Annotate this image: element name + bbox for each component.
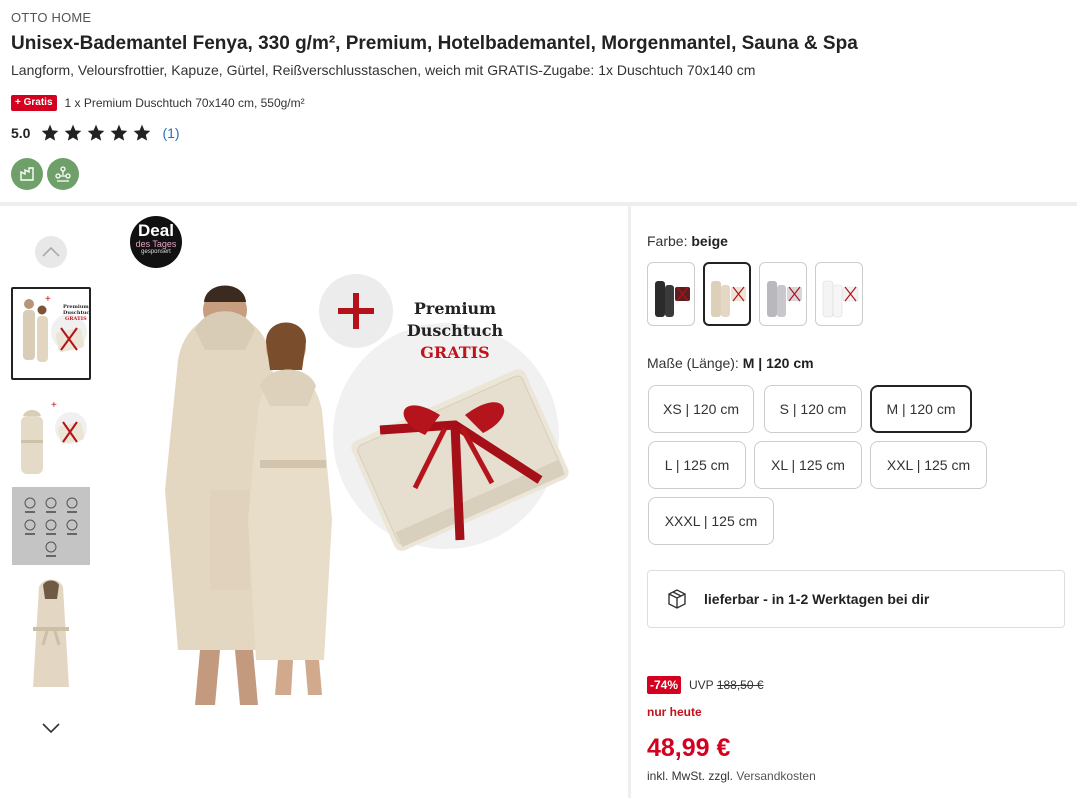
tax-info: inkl. MwSt. zzgl. Versandkosten <box>647 769 816 783</box>
star-icon <box>134 124 151 141</box>
uvp-label: UVP <box>689 678 714 692</box>
star-icon <box>88 124 105 141</box>
uvp-value: 188,50 € <box>716 678 764 692</box>
brand-name[interactable]: OTTO HOME <box>11 10 91 25</box>
size-option-m[interactable]: M | 120 cm <box>870 385 972 433</box>
gratis-info: + Gratis 1 x Premium Duschtuch 70x140 cm… <box>11 95 305 111</box>
delivery-text: lieferbar - in 1-2 Werktagen bei dir <box>704 591 930 607</box>
thumbnail-down-button[interactable] <box>39 716 63 740</box>
color-selected-value: beige <box>691 233 728 249</box>
promo-line-3: GRATIS <box>420 343 490 362</box>
rating[interactable]: 5.0 (1) <box>11 123 180 143</box>
star-icon <box>111 124 128 141</box>
discount-badge: -74% <box>647 676 682 694</box>
delivery-info: lieferbar - in 1-2 Werktagen bei dir <box>647 570 1065 628</box>
section-divider <box>0 202 1077 206</box>
thumbnail-up-button[interactable] <box>35 236 67 268</box>
chevron-up-icon <box>42 246 60 257</box>
product-subtitle: Langform, Veloursfrottier, Kapuze, Gürte… <box>11 62 756 78</box>
size-option-xs[interactable]: XS | 120 cm <box>648 385 754 433</box>
deal-sponsored: gesponsert <box>141 249 171 255</box>
promo-line-2: Duschtuch <box>406 321 504 340</box>
svg-text:+: + <box>51 400 57 411</box>
color-label: Farbe: beige <box>647 233 728 249</box>
main-product-image[interactable] <box>110 210 620 795</box>
promo-text: Premium Duschtuch GRATIS <box>400 298 510 364</box>
chevron-down-icon <box>42 723 60 734</box>
color-swatch-beige[interactable] <box>703 262 751 326</box>
shipping-costs-link[interactable]: Versandkosten <box>736 769 815 783</box>
star-icon <box>42 124 59 141</box>
size-option-xxxl[interactable]: XXXL | 125 cm <box>648 497 774 545</box>
tax-text: inkl. MwSt. zzgl. <box>647 769 734 783</box>
product-title: Unisex-Bademantel Fenya, 330 g/m², Premi… <box>11 33 858 54</box>
rating-stars <box>40 123 152 143</box>
color-label-text: Farbe: <box>647 233 688 249</box>
svg-text:GRATIS: GRATIS <box>65 316 87 322</box>
today-only-label: nur heute <box>647 705 702 719</box>
sustainability-people-icon[interactable] <box>47 158 79 190</box>
gratis-text: 1 x Premium Duschtuch 70x140 cm, 550g/m² <box>64 96 305 110</box>
star-icon <box>65 124 82 141</box>
thumbnail-2[interactable]: + <box>11 392 91 485</box>
column-divider <box>628 206 631 798</box>
uvp-price: UVP 188,50 € <box>689 678 764 692</box>
size-label-text: Maße (Länge): <box>647 355 739 371</box>
deal-title: Deal <box>138 221 174 240</box>
size-label: Maße (Länge): M | 120 cm <box>647 355 814 371</box>
sustainability-badges <box>11 158 79 190</box>
thumbnail-4[interactable] <box>11 576 91 696</box>
current-price: 48,99 € <box>647 734 731 762</box>
thumbnail-gallery: Premium Duschtuch GRATIS + + <box>8 206 96 798</box>
discount-row: -74% UVP 188,50 € <box>647 676 764 694</box>
color-swatches <box>647 262 863 326</box>
size-option-xxl[interactable]: XXL | 125 cm <box>870 441 987 489</box>
svg-text:+: + <box>45 294 51 305</box>
color-swatch-weiss[interactable] <box>815 262 863 326</box>
package-icon <box>668 589 686 609</box>
size-selected-value: M | 120 cm <box>742 355 814 371</box>
sustainability-leaf-icon[interactable] <box>11 158 43 190</box>
size-option-l[interactable]: L | 125 cm <box>648 441 746 489</box>
thumbnail-1[interactable]: Premium Duschtuch GRATIS + <box>11 287 91 380</box>
gratis-badge: + Gratis <box>11 95 57 111</box>
color-swatch-grau[interactable] <box>759 262 807 326</box>
promo-line-1: Premium <box>413 299 497 318</box>
size-option-s[interactable]: S | 120 cm <box>764 385 862 433</box>
rating-value: 5.0 <box>11 125 31 141</box>
rating-count-link[interactable]: (1) <box>162 125 179 141</box>
color-swatch-schwarz[interactable] <box>647 262 695 326</box>
thumbnail-3[interactable] <box>12 487 90 565</box>
deal-of-the-day-badge: Deal des Tages gesponsert <box>130 216 182 268</box>
size-option-xl[interactable]: XL | 125 cm <box>754 441 862 489</box>
deal-subtitle: des Tages <box>135 239 177 249</box>
